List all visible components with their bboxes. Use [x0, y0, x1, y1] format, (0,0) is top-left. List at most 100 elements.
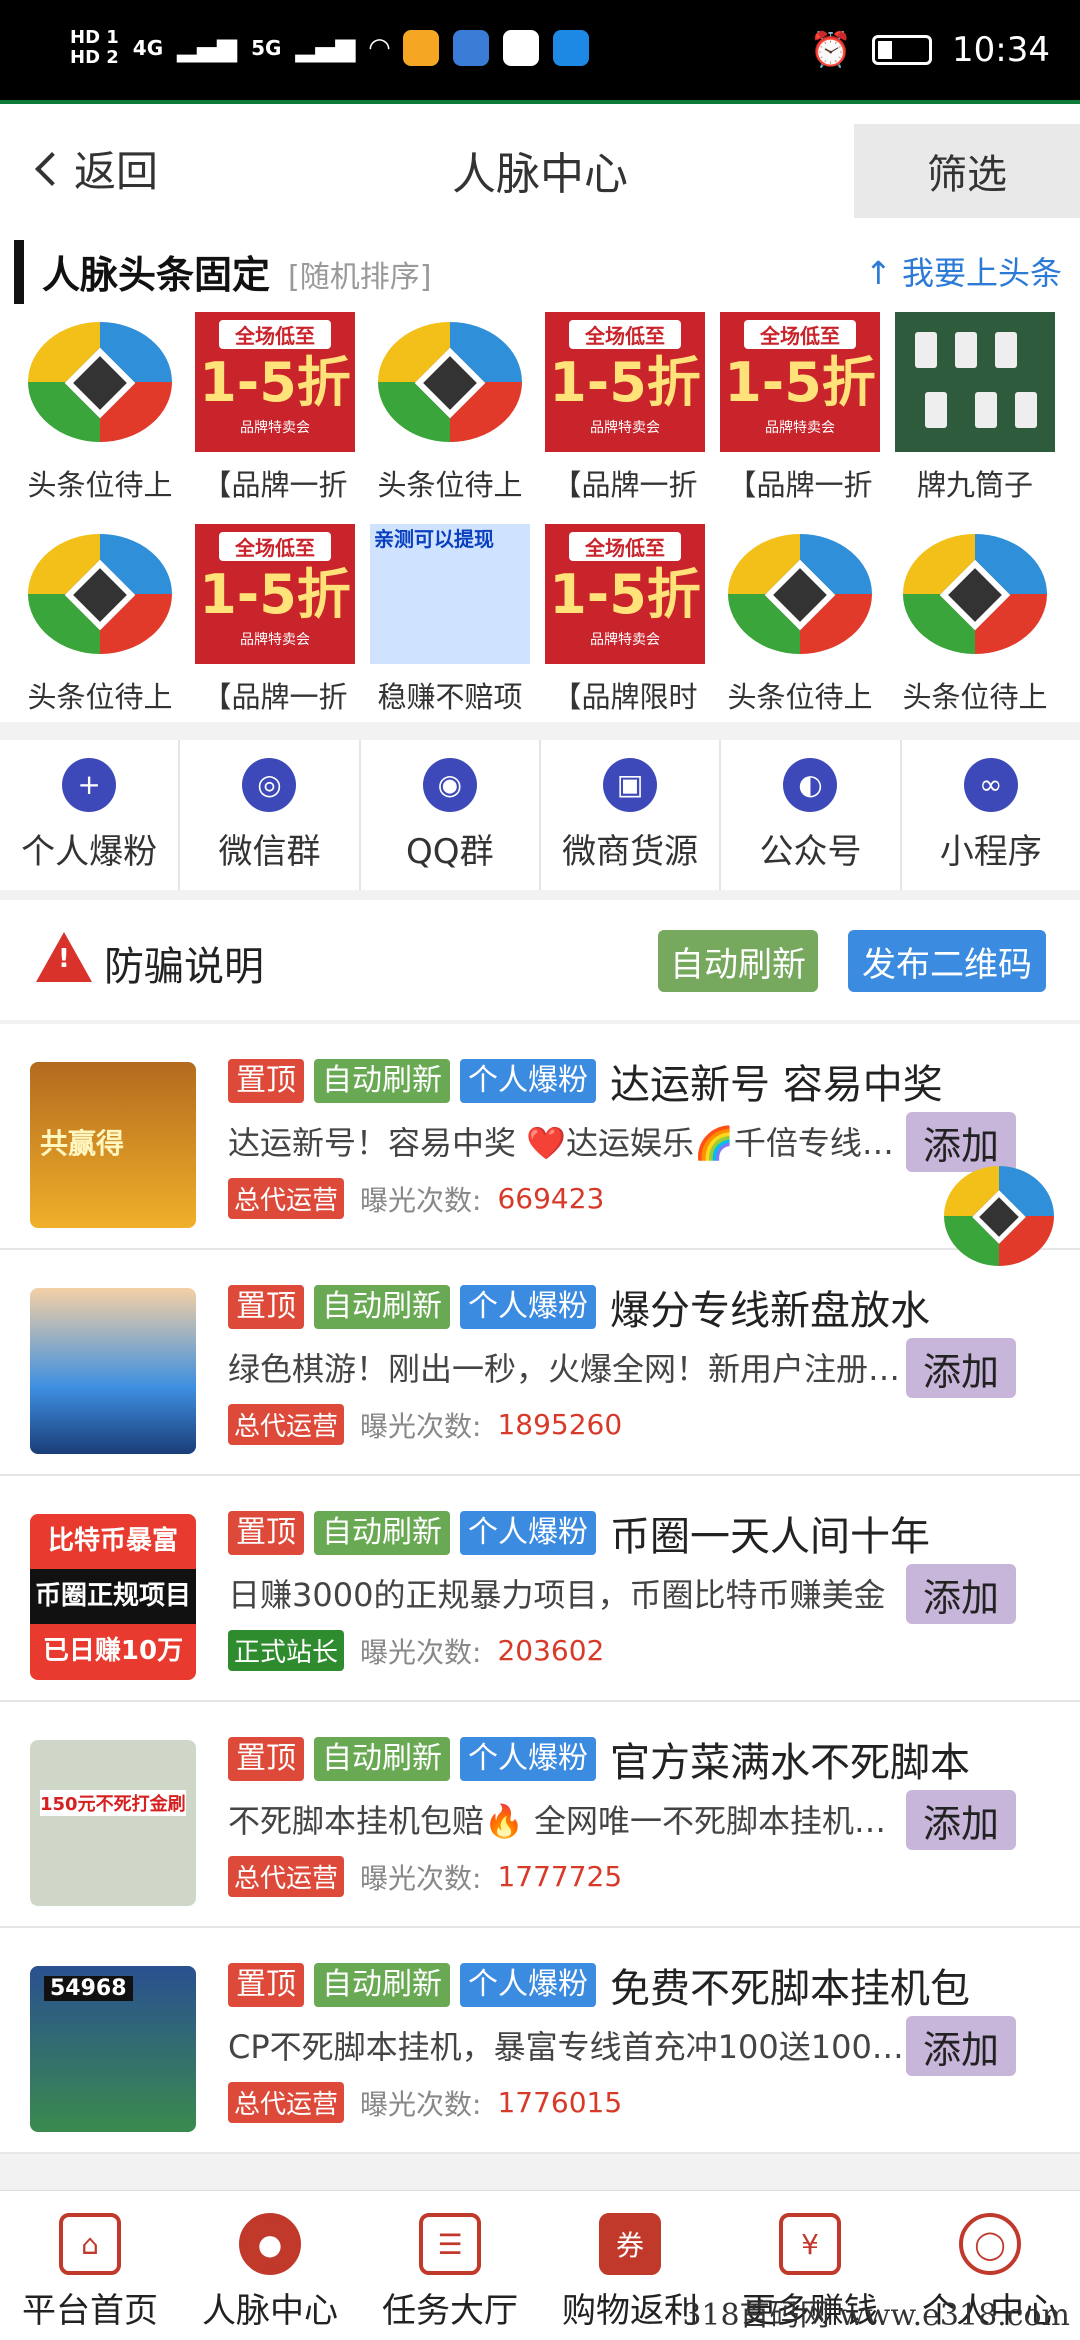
people-icon: ●	[239, 2213, 301, 2275]
listing-list: 共赢得 置顶 自动刷新 个人爆粉 达运新号 容易中奖 达运新号！容易中奖 ❤️达运娱乐🌈千…	[0, 1024, 1080, 2154]
network-5g-label: 5G	[251, 36, 282, 60]
headline-item-label: 稳赚不赔项	[377, 680, 523, 714]
listing-description: 不死脚本挂机包赔🔥 全网唯一不死脚本挂机…	[228, 1802, 887, 1840]
headline-title: 人脉头条固定	[42, 253, 271, 297]
status-left: HD 1 HD 2 4G ▂▄▆ 5G ▂▄▆ ◠	[70, 28, 590, 68]
nav-item-people[interactable]: ● 人脉中心	[180, 2191, 360, 2340]
add-button[interactable]: 添加	[906, 1564, 1016, 1624]
views-count: 203602	[497, 1634, 605, 1667]
listing-thumbnail[interactable]: 比特币暴富 币圈正规项目 已日赚10万	[30, 1514, 196, 1680]
listing-title: 官方菜满水不死脚本	[610, 1740, 970, 1786]
views-label: 曝光次数:	[360, 2087, 482, 2121]
sale-text-bottom: 品牌特卖会	[240, 420, 310, 436]
headline-item[interactable]: 全场低至 1-5折 品牌特卖会【品牌一折	[195, 312, 355, 504]
listing-tags: 置顶 自动刷新 个人爆粉 免费不死脚本挂机包	[228, 1956, 970, 2014]
sale-text-top: 全场低至	[569, 532, 681, 561]
listing-description: 绿色棋游！刚出一秒，火爆全网！新用户注册…	[228, 1350, 901, 1388]
nav-label: 人脉中心	[202, 2291, 338, 2331]
weibo-icon	[403, 30, 440, 66]
listing-item[interactable]: 置顶 自动刷新 个人爆粉 爆分专线新盘放水绿色棋游！刚出一秒，火爆全网！新用户注册… 添…	[0, 1250, 1080, 1476]
headline-item-label: 【品牌一折	[202, 680, 348, 714]
auto-refresh-tag: 自动刷新	[314, 1737, 450, 1781]
listing-thumbnail[interactable]: 54968	[30, 1966, 196, 2132]
publish-qr-button[interactable]: 发布二维码	[848, 930, 1046, 992]
mini-program-icon: ∞	[963, 757, 1018, 812]
qq-icon: ◉	[422, 757, 477, 812]
add-button[interactable]: 添加	[906, 2016, 1016, 2076]
category-cart[interactable]: ▣ 微商货源	[541, 740, 722, 890]
headline-item[interactable]: 全场低至 1-5折 品牌特卖会 【品牌一折	[720, 312, 880, 504]
headline-item[interactable]: 头条位待上	[20, 524, 180, 716]
listing-item[interactable]: 54968 置顶 自动刷新 个人爆粉 免费不死脚本挂机包 CP不死脚本挂机，暴富专线首充冲…	[0, 1928, 1080, 2154]
headline-item[interactable]: 牌九筒子	[895, 312, 1055, 504]
headline-thumb	[895, 524, 1055, 664]
domino-tile	[995, 332, 1017, 368]
headline-item[interactable]: 头条位待上	[20, 312, 180, 504]
headline-item-label: 【品牌一折	[202, 468, 348, 502]
hd2-label: HD 2	[70, 47, 119, 68]
category-wechat[interactable]: ◎ 微信群	[180, 740, 361, 890]
auto-refresh-tag: 自动刷新	[314, 1963, 450, 2007]
headline-thumb	[895, 312, 1055, 452]
headline-thumb	[20, 524, 180, 664]
category-qq[interactable]: ◉ QQ群	[361, 740, 541, 890]
category-tag: 个人爆粉	[460, 1511, 596, 1555]
listing-item[interactable]: 150元不死打金刷 置顶 自动刷新 个人爆粉 官方菜满水不死脚本 不死脚本挂机包赔🔥 全网…	[0, 1702, 1080, 1928]
nav-label: 任务大厅	[382, 2291, 518, 2331]
listing-thumbnail[interactable]	[30, 1288, 196, 1454]
add-button[interactable]: 添加	[906, 1112, 1016, 1172]
watermark: 318首码网 www.e318.com	[682, 2298, 1070, 2333]
headline-thumb: 全场低至 1-5折 品牌特卖会	[195, 524, 355, 664]
auto-refresh-button[interactable]: 自动刷新	[658, 930, 818, 992]
listing-title: 币圈一天人间十年	[610, 1514, 930, 1560]
add-button[interactable]: 添加	[906, 1790, 1016, 1850]
thumb-line: 比特币暴富	[47, 1526, 178, 1556]
headline-thumb	[720, 524, 880, 664]
floating-logo-button[interactable]	[944, 1166, 1054, 1266]
headline-thumb: 全场低至 1-5折 品牌特卖会	[195, 312, 355, 452]
listing-thumbnail[interactable]: 共赢得	[30, 1062, 196, 1228]
sale-text-bottom: 品牌特卖会	[590, 632, 660, 648]
listing-footer: 总代运营 曝光次数: 1776015	[228, 2082, 622, 2123]
shopping-cart-icon: 券	[599, 2213, 661, 2275]
headline-item[interactable]: 头条位待上	[895, 524, 1055, 716]
headline-grid: 头条位待上 全场低至 1-5折 品牌特卖会 【品牌一折 头条位待上 全场低至 1-5折 品牌特卖…	[20, 312, 1055, 716]
listing-item[interactable]: 比特币暴富 币圈正规项目 已日赚10万 置顶 自动刷新 个人爆粉 币圈一天人间十年 日赚300…	[0, 1476, 1080, 1702]
filter-button[interactable]: 筛选	[854, 124, 1080, 218]
listing-thumbnail[interactable]: 150元不死打金刷	[30, 1740, 196, 1906]
nav-item-home[interactable]: ⌂ 平台首页	[0, 2191, 180, 2340]
sale-text-big: 1-5折	[549, 563, 701, 626]
views-count: 1777725	[497, 1860, 623, 1893]
auto-refresh-tag: 自动刷新	[314, 1059, 450, 1103]
sale-text-bottom: 品牌特卖会	[765, 420, 835, 436]
headline-item[interactable]: 头条位待上	[370, 312, 530, 504]
nav-item-task[interactable]: ☰ 任务大厅	[360, 2191, 540, 2340]
listing-description: CP不死脚本挂机，暴富专线首充冲100送100…	[228, 2028, 904, 2066]
nav-label: 购物返利	[562, 2291, 698, 2331]
sale-text-top: 全场低至	[569, 320, 681, 349]
user-add-icon: +	[62, 757, 117, 812]
listing-tags: 置顶 自动刷新 个人爆粉 爆分专线新盘放水	[228, 1278, 930, 1336]
add-button[interactable]: 添加	[906, 1338, 1016, 1398]
listing-item[interactable]: 共赢得 置顶 自动刷新 个人爆粉 达运新号 容易中奖 达运新号！容易中奖 ❤️达运娱乐🌈千…	[0, 1024, 1080, 1250]
views-label: 曝光次数:	[360, 1861, 482, 1895]
headline-item[interactable]: 全场低至 1-5折 品牌特卖会 【品牌限时	[545, 524, 705, 716]
category-mini-program[interactable]: ∞ 小程序	[902, 740, 1080, 890]
thumb-text: 54968	[44, 1976, 133, 2001]
sale-text-big: 1-5折	[724, 351, 876, 414]
headline-item[interactable]: 亲测可以提现 稳赚不赔项	[370, 524, 530, 716]
category-user-add[interactable]: + 个人爆粉	[0, 740, 181, 890]
diamond-icon	[972, 1190, 1026, 1244]
headline-apply-link[interactable]: ↑ 我要上头条	[865, 248, 1062, 294]
category-official-account[interactable]: ◐ 公众号	[721, 740, 902, 890]
headline-item[interactable]: 全场低至 1-5折 品牌特卖会【品牌一折	[195, 524, 355, 716]
domino-tile	[915, 332, 937, 368]
wechat-icon: ◎	[242, 757, 297, 812]
views-count: 1895260	[497, 1408, 623, 1441]
headline-subtitle: [随机排序]	[288, 260, 432, 295]
headline-item[interactable]: 全场低至 1-5折 品牌特卖会 【品牌一折	[545, 312, 705, 504]
anti-fraud-link[interactable]: 防骗说明	[104, 934, 264, 992]
domino-tile	[925, 392, 947, 428]
headline-item[interactable]: 头条位待上	[720, 524, 880, 716]
headline-thumb	[20, 312, 180, 452]
